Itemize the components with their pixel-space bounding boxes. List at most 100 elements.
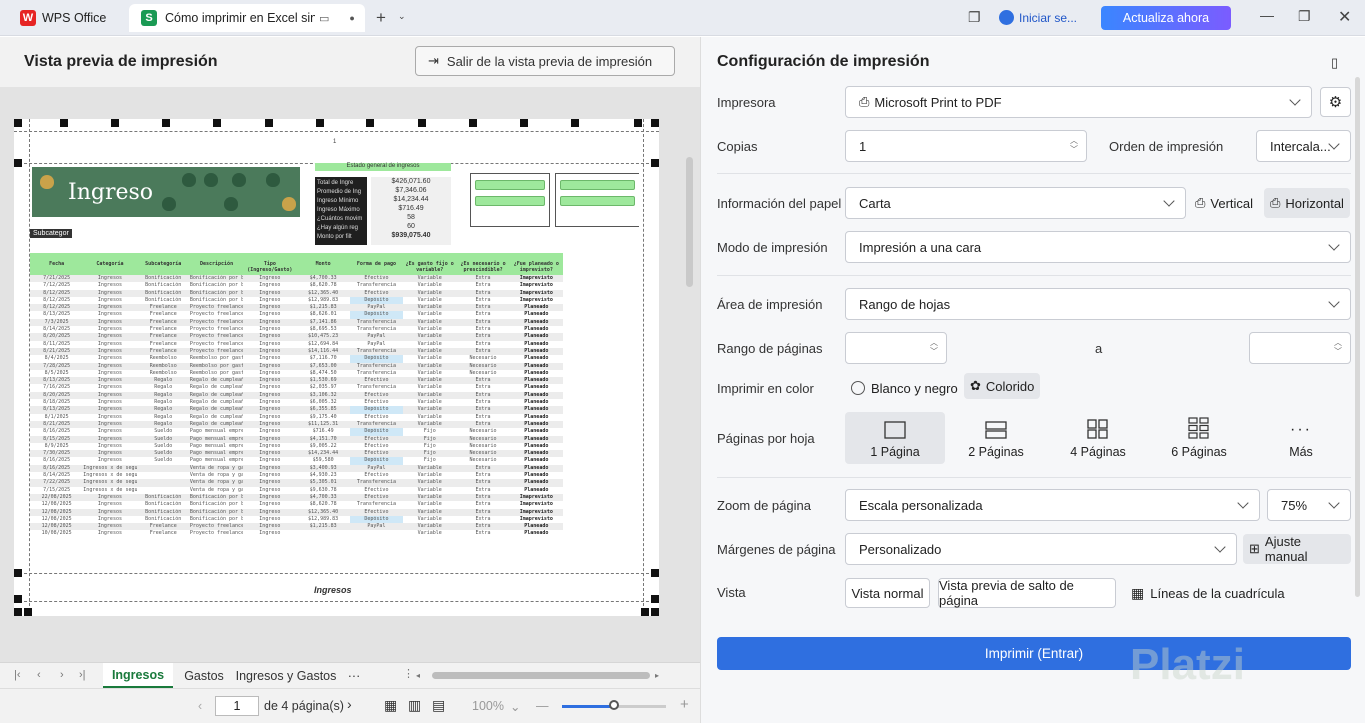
zoom-out-icon[interactable]: — [536, 699, 549, 713]
spinner-icon[interactable]: ︿ ﹀ [1334, 338, 1342, 356]
scroll-right-icon[interactable]: ▸ [655, 671, 659, 680]
landscape-button[interactable]: ⎙ Horizontal [1264, 188, 1350, 218]
print-mode-select[interactable]: Impresión a una cara [845, 231, 1351, 263]
normal-view-button[interactable]: Vista normal [845, 578, 930, 608]
prev-page-icon[interactable]: ‹ [198, 699, 202, 713]
first-sheet-icon[interactable]: |‹ [14, 669, 21, 681]
printer-settings-button[interactable]: ⚙ [1320, 87, 1351, 117]
margin-handle[interactable] [651, 608, 659, 616]
window-layout-icon[interactable]: ❐ [968, 9, 981, 26]
margin-handle[interactable] [14, 595, 22, 603]
tab-dot-icon[interactable]: ● [349, 13, 354, 23]
printer-select[interactable]: ⎙ Microsoft Print to PDF [845, 86, 1312, 118]
tab-wps-office[interactable]: W WPS Office [8, 4, 123, 32]
page-break-icon[interactable]: ▤ [432, 697, 445, 714]
login-link[interactable]: Iniciar se... [999, 10, 1077, 25]
vertical-scrollbar[interactable] [686, 157, 693, 287]
collapse-panel-icon[interactable]: ▯ [1331, 55, 1338, 71]
spinner-icon[interactable]: ︿ ﹀ [1070, 136, 1078, 154]
portrait-button[interactable]: ⎙ Vertical [1195, 188, 1253, 218]
margin-handle[interactable] [14, 159, 22, 167]
split-handle-icon[interactable]: ⋮ [403, 667, 414, 680]
margin-handle[interactable] [571, 119, 579, 127]
margin-guide[interactable] [643, 119, 644, 616]
print-button[interactable]: Imprimir (Entrar) [717, 637, 1351, 670]
upgrade-button[interactable]: Actualiza ahora [1101, 6, 1231, 30]
exit-preview-button[interactable]: ⇥ Salir de la vista previa de impresión [415, 46, 675, 76]
page-input[interactable]: 1 [215, 696, 259, 716]
zoom-value-select[interactable]: 75% [1267, 489, 1351, 521]
bw-radio[interactable]: Blanco y negro [851, 373, 958, 403]
zoom-dropdown-icon[interactable]: ⌄ [510, 699, 520, 714]
tab-ingresos[interactable]: Ingresos [103, 663, 173, 688]
margin-handle[interactable] [316, 119, 324, 127]
last-sheet-icon[interactable]: ›| [79, 669, 86, 681]
tab-document[interactable]: S Cómo imprimir en Excel sin e ▭ ● [129, 4, 365, 32]
color-radio[interactable]: ✿ Colorido [964, 373, 1041, 399]
print-order-select[interactable]: Intercala... [1256, 130, 1351, 162]
tab-ingresos-y-gastos[interactable]: Ingresos y Gastos [233, 663, 339, 688]
margin-handle[interactable] [265, 119, 273, 127]
margins-select[interactable]: Personalizado [845, 533, 1237, 565]
next-page-icon[interactable]: › [347, 696, 352, 712]
print-area-select[interactable]: Rango de hojas [845, 288, 1351, 320]
minimize-icon[interactable]: — [1260, 7, 1274, 23]
pps-6-pages[interactable]: 6 Páginas [1149, 412, 1249, 464]
margin-handle[interactable] [14, 569, 22, 577]
pps-4-pages[interactable]: 4 Páginas [1048, 412, 1148, 464]
margin-handle[interactable] [60, 119, 68, 127]
manual-adjust-button[interactable]: ⊞ Ajuste manual [1243, 534, 1351, 564]
paper-select[interactable]: Carta [845, 187, 1186, 219]
normal-view-icon[interactable]: ▦ [384, 697, 397, 714]
margin-handle[interactable] [366, 119, 374, 127]
copies-input[interactable]: 1 ︿ ﹀ [845, 130, 1087, 162]
pps-more[interactable]: ··· Más [1251, 412, 1351, 464]
table-cell: Variable [417, 493, 442, 500]
chevron-down-icon[interactable]: ⌄ [398, 11, 406, 22]
margin-handle[interactable] [634, 119, 642, 127]
margin-handle[interactable] [651, 159, 659, 167]
margin-handle[interactable] [469, 119, 477, 127]
page-layout-icon[interactable]: ▥ [408, 697, 421, 714]
copies-label: Copias [717, 139, 758, 154]
scroll-left-icon[interactable]: ◂ [416, 671, 420, 680]
margin-handle[interactable] [641, 608, 649, 616]
margin-handle[interactable] [14, 608, 22, 616]
table-cell: Extra [475, 347, 491, 354]
close-icon[interactable]: ✕ [1338, 7, 1351, 27]
margin-handle[interactable] [24, 608, 32, 616]
restore-icon[interactable]: ❐ [1298, 8, 1311, 25]
margin-handle[interactable] [651, 119, 659, 127]
margin-handle[interactable] [520, 119, 528, 127]
prev-sheet-icon[interactable]: ‹ [37, 669, 41, 681]
horizontal-scrollbar[interactable] [432, 672, 650, 679]
page-break-preview-button[interactable]: Vista previa de salto de página [938, 578, 1116, 608]
settings-scrollbar[interactable] [1355, 77, 1360, 597]
tab-gastos[interactable]: Gastos [178, 663, 230, 688]
margin-handle[interactable] [651, 569, 659, 577]
page-range-from[interactable]: ︿ ﹀ [845, 332, 947, 364]
margin-handle[interactable] [418, 119, 426, 127]
zoom-in-icon[interactable]: + [680, 696, 689, 713]
zoom-slider-handle[interactable] [609, 700, 619, 710]
zoom-mode-select[interactable]: Escala personalizada [845, 489, 1260, 521]
margin-guide[interactable] [14, 131, 659, 132]
margin-handle[interactable] [213, 119, 221, 127]
more-tabs-icon[interactable]: ··· [340, 663, 368, 688]
money-bag-icon [182, 173, 196, 187]
margin-handle[interactable] [111, 119, 119, 127]
zoom-level[interactable]: 100% [472, 699, 504, 713]
pps-2-pages[interactable]: 2 Páginas [946, 412, 1046, 464]
margin-guide[interactable] [14, 573, 659, 574]
new-tab-icon[interactable]: + [376, 8, 386, 28]
gridlines-toggle[interactable]: ▦ Líneas de la cuadrícula [1131, 578, 1285, 608]
margin-handle[interactable] [651, 595, 659, 603]
monitor-icon[interactable]: ▭ [319, 12, 329, 25]
margin-guide[interactable] [14, 601, 659, 602]
margin-handle[interactable] [14, 119, 22, 127]
page-range-to[interactable]: ︿ ﹀ [1249, 332, 1351, 364]
next-sheet-icon[interactable]: › [60, 669, 64, 681]
pps-1-page[interactable]: 1 Página [845, 412, 945, 464]
margin-handle[interactable] [162, 119, 170, 127]
spinner-icon[interactable]: ︿ ﹀ [930, 338, 938, 356]
